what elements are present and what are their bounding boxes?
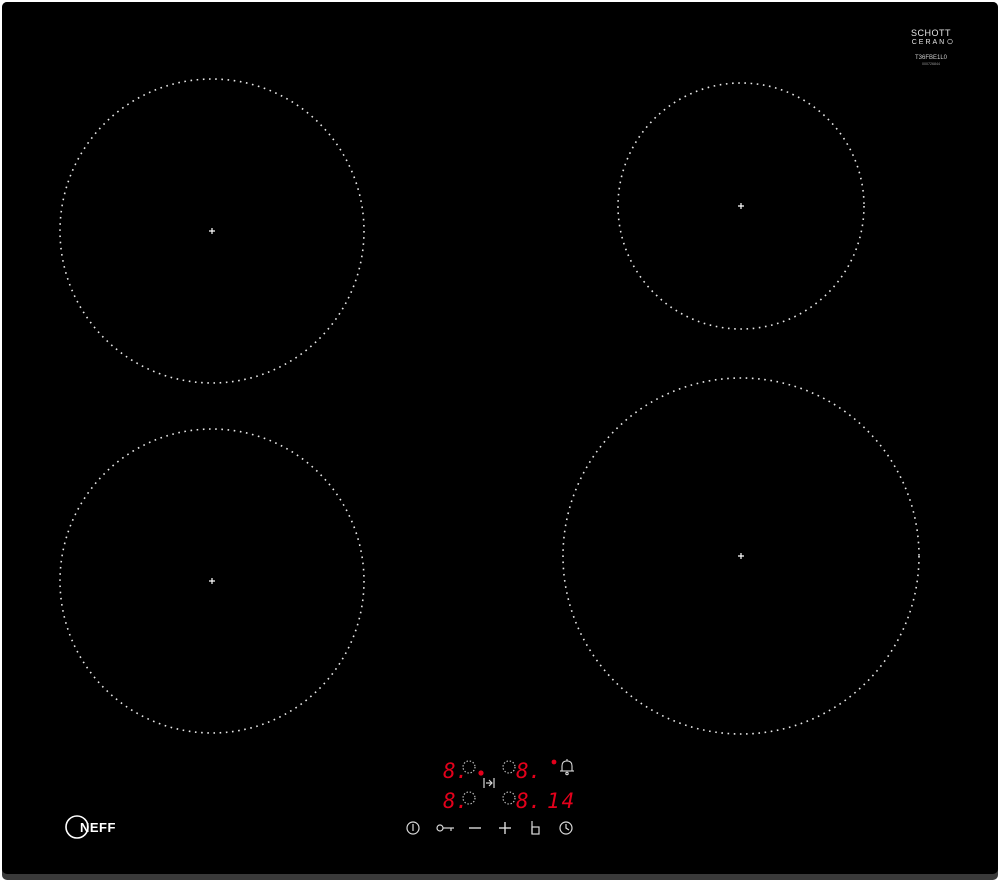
glass-surface	[2, 2, 998, 874]
neff-logo-text: NEFF	[80, 820, 116, 835]
model-code: T36FBE1L0	[915, 55, 948, 61]
front-left-level-display: 8.	[443, 789, 468, 813]
back-right-level-display: 8.	[516, 759, 541, 783]
ceran-label: CERAN	[912, 39, 947, 46]
ceramic-hob: SCHOTT CERAN T36FBE1L0 000726844 NEFF 8.…	[0, 0, 1000, 884]
timer-display: 14	[547, 789, 576, 813]
schott-label: SCHOTT	[911, 28, 951, 38]
zone-active-dot	[478, 770, 484, 776]
front-right-level-display: 8.	[516, 789, 541, 813]
serial-code: 000726844	[922, 62, 940, 66]
alarm-indicator-dot	[551, 759, 557, 765]
